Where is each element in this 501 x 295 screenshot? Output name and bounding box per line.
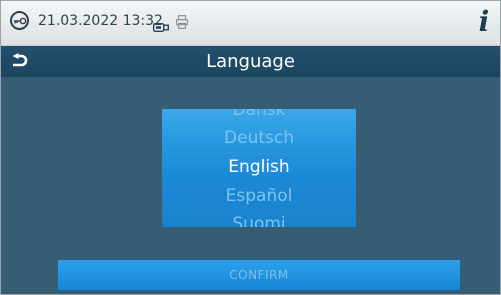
language-option-suomi[interactable]: Suomi [162, 214, 356, 227]
info-icon[interactable]: i [475, 5, 493, 39]
key-icon [10, 11, 29, 30]
status-bar: 21.03.2022 13:32 i [1, 1, 500, 46]
language-picker[interactable]: Dansk Deutsch English Español Suomi [162, 109, 356, 227]
screen: 21.03.2022 13:32 i Language Dansk Deutsc… [0, 0, 501, 295]
language-option-dansk[interactable]: Dansk [162, 109, 356, 120]
title-bar: Language [1, 46, 500, 77]
date-time: 21.03.2022 13:32 [38, 13, 163, 29]
language-option-english-selected[interactable]: English [162, 157, 356, 177]
main-panel: Dansk Deutsch English Español Suomi CONF… [1, 77, 500, 294]
printer-icon [176, 14, 188, 33]
language-option-espanol[interactable]: Español [162, 186, 356, 206]
language-option-deutsch[interactable]: Deutsch [162, 128, 356, 148]
back-arrow-icon[interactable] [10, 53, 28, 73]
page-title: Language [206, 51, 295, 72]
confirm-button[interactable]: CONFIRM [58, 260, 460, 290]
usb-icon [152, 17, 169, 36]
